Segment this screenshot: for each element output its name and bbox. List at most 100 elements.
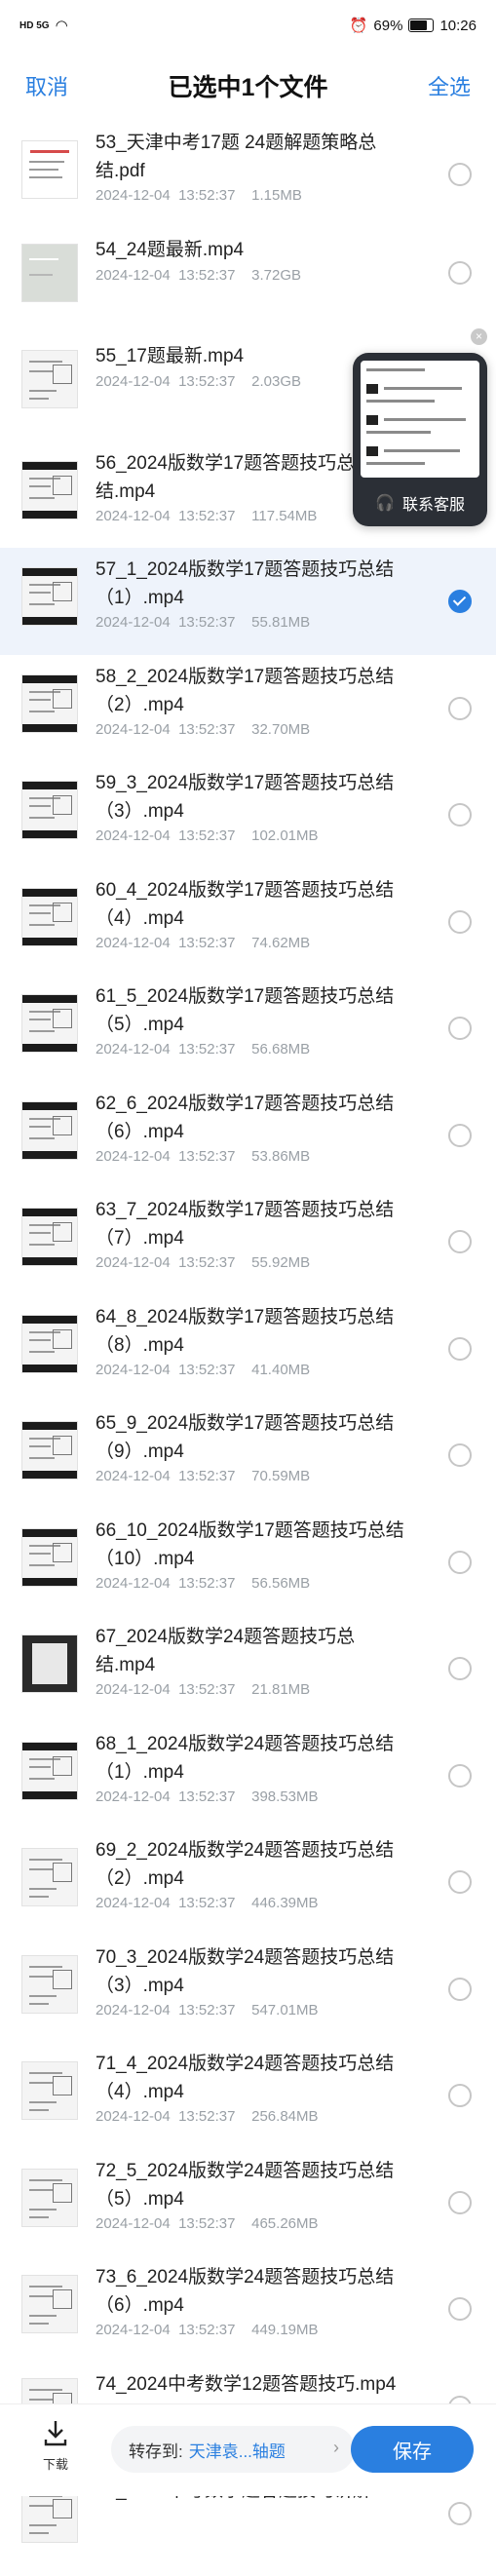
file-row[interactable]: 62_6_2024版数学17题答题技巧总结 （6）.mp4 2024-12-04 … [0,1082,496,1189]
select-checkbox[interactable] [448,1123,472,1147]
select-checkbox[interactable] [448,2502,472,2525]
file-name: 59_3_2024版数学17题答题技巧总结 （3）.mp4 [95,773,395,822]
file-meta: 2024-12-04 13:52:37 21.81MB [95,1681,310,1698]
file-meta: 2024-12-04 13:52:37 117.54MB [95,508,317,524]
battery-icon [408,19,435,32]
select-checkbox[interactable] [448,1336,472,1361]
file-size: 21.81MB [251,1681,311,1698]
file-row[interactable]: 72_5_2024版数学24题答题技巧总结 （5）.mp4 2024-12-04 … [0,2149,496,2256]
select-checkbox[interactable] [448,1550,472,1574]
select-checkbox[interactable] [448,1870,472,1894]
download-button[interactable]: 下载 [29,2418,82,2473]
file-size: 55.81MB [251,614,311,631]
file-row[interactable]: 57_1_2024版数学17题答题技巧总结 （1）.mp4 2024-12-04 … [0,548,496,655]
file-row[interactable]: 61_5_2024版数学17题答题技巧总结 （5）.mp4 2024-12-04 … [0,975,496,1082]
select-checkbox[interactable] [448,909,472,934]
checkbox-checked-icon[interactable] [448,590,472,613]
file-row[interactable]: 73_6_2024版数学24题答题技巧总结 （6）.mp4 2024-12-04 … [0,2255,496,2363]
file-name: 67_2024版数学24题答题技巧总 结.mp4 [95,1627,356,1675]
file-size: 465.26MB [251,2214,319,2232]
select-checkbox[interactable] [448,1763,472,1788]
select-checkbox[interactable] [448,260,472,285]
status-bar: HD 5G ◠ ⏰ 69% 10:26 [0,0,496,51]
floating-service-widget[interactable]: 🎧 联系客服 [353,353,487,526]
save-button[interactable]: 保存 [351,2426,474,2473]
select-checkbox[interactable] [448,163,472,186]
file-thumbnail [21,1954,78,2014]
file-row[interactable]: 58_2_2024版数学17题答题技巧总结 （2）.mp4 2024-12-04 … [0,655,496,762]
file-row[interactable]: 66_10_2024版数学17题答题技巧总结 （10）.mp4 2024-12-0… [0,1509,496,1616]
file-meta: 2024-12-04 13:52:37 56.68MB [95,1041,310,1057]
select-checkbox[interactable] [448,2190,472,2214]
select-checkbox[interactable] [448,696,472,720]
select-all-button[interactable]: 全选 [428,70,471,101]
file-row[interactable]: 54_24题最新.mp4 2024-12-04 13:52:37 3.72GB [0,228,496,335]
file-date: 2024-12-04 13:52:37 [95,187,236,204]
wifi-icon: ◠ [55,18,68,34]
select-checkbox[interactable] [448,1230,472,1253]
file-thumbnail [21,1314,78,1373]
file-size: 53.86MB [251,1147,311,1165]
save-to-folder: 天津袁...轴题 [188,2441,286,2461]
file-name: 63_7_2024版数学17题答题技巧总结 （7）.mp4 [95,1200,395,1249]
chevron-right-icon: › [333,2438,339,2457]
clock: 10:26 [439,17,477,34]
cancel-button[interactable]: 取消 [25,70,68,101]
headset-icon: 🎧 [375,495,395,512]
file-date: 2024-12-04 13:52:37 [95,507,236,524]
file-thumbnail [21,673,78,733]
file-size: 102.01MB [251,827,319,844]
file-size: 32.70MB [251,720,311,738]
close-icon[interactable]: × [471,328,487,345]
file-row[interactable]: 59_3_2024版数学17题答题技巧总结 （3）.mp4 2024-12-04 … [0,761,496,868]
file-row[interactable]: 63_7_2024版数学17题答题技巧总结 （7）.mp4 2024-12-04 … [0,1188,496,1295]
select-checkbox[interactable] [448,1977,472,2001]
battery-percent: 69% [373,17,403,34]
file-meta [95,2508,112,2524]
file-name: 60_4_2024版数学17题答题技巧总结 （4）.mp4 [95,879,395,929]
file-meta: 2024-12-04 13:52:37 449.19MB [95,2322,319,2338]
file-row[interactable]: 70_3_2024版数学24题答题技巧总结 （3）.mp4 2024-12-04 … [0,1936,496,2043]
file-size: 1.15MB [251,187,302,204]
file-date: 2024-12-04 13:52:37 [95,1895,236,1911]
select-checkbox[interactable] [448,1017,472,1040]
file-meta: 2024-12-04 13:52:37 547.01MB [95,2002,319,2019]
select-checkbox[interactable] [448,2297,472,2321]
selection-header: 取消 已选中1个文件 全选 [0,51,496,121]
file-size: 117.54MB [251,507,318,524]
file-date: 2024-12-04 13:52:37 [95,720,236,738]
file-name: 61_5_2024版数学17题答题技巧总结 （5）.mp4 [95,986,395,1035]
file-date: 2024-12-04 13:52:37 [95,1681,236,1698]
file-date: 2024-12-04 13:52:37 [95,1788,236,1805]
file-name: 69_2_2024版数学24题答题技巧总结 （2）.mp4 [95,1840,395,1889]
file-row[interactable]: 65_9_2024版数学17题答题技巧总结 （9）.mp4 2024-12-04 … [0,1402,496,1509]
service-preview [361,361,479,478]
file-thumbnail [21,1634,78,1693]
file-meta: 2024-12-04 13:52:37 32.70MB [95,721,310,738]
file-row[interactable]: 60_4_2024版数学17题答题技巧总结 （4）.mp4 2024-12-04 … [0,868,496,976]
network-indicator: HD 5G [19,19,50,31]
contact-service-button[interactable]: 🎧 联系客服 [353,491,487,515]
file-row[interactable]: 69_2_2024版数学24题答题技巧总结 （2）.mp4 2024-12-04 … [0,1828,496,1936]
file-meta: 2024-12-04 13:52:37 74.62MB [95,935,310,951]
select-checkbox[interactable] [448,2084,472,2107]
save-to-label: 转存到: [129,2441,183,2461]
file-row[interactable]: 64_8_2024版数学17题答题技巧总结 （8）.mp4 2024-12-04 … [0,1295,496,1403]
file-size: 70.59MB [251,1468,311,1484]
file-date: 2024-12-04 13:52:37 [95,1147,236,1165]
file-date: 2024-12-04 13:52:37 [95,1361,236,1378]
file-meta: 2024-12-04 13:52:37 56.56MB [95,1575,310,1592]
file-meta: 2024-12-04 13:52:37 70.59MB [95,1468,310,1484]
file-row[interactable]: 67_2024版数学24题答题技巧总 结.mp4 2024-12-04 13:52… [0,1615,496,1722]
file-row[interactable]: 71_4_2024版数学24题答题技巧总结 （4）.mp4 2024-12-04 … [0,2042,496,2149]
file-size: 449.19MB [251,2322,319,2338]
file-thumbnail [21,781,78,839]
file-row[interactable]: 53_天津中考17题 24题解题策略总 结.pdf 2024-12-04 13:5… [0,121,496,228]
select-checkbox[interactable] [448,1657,472,1680]
select-checkbox[interactable] [448,803,472,827]
file-thumbnail [21,994,78,1053]
file-thumbnail [21,243,78,302]
select-checkbox[interactable] [448,1443,472,1467]
file-row[interactable]: 68_1_2024版数学24题答题技巧总结 （1）.mp4 2024-12-04 … [0,1722,496,1829]
save-destination-selector[interactable]: 转存到: 天津袁...轴题 › [111,2426,355,2473]
